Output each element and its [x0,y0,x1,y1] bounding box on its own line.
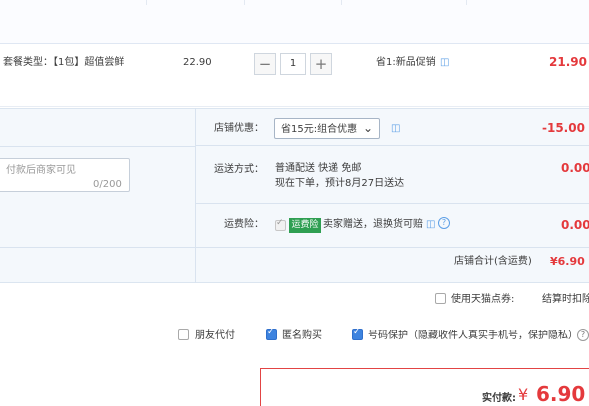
grid-divider [341,0,342,5]
insurance-text: 卖家赠送，退换货可赔 [323,219,423,230]
currency-symbol: ¥ [518,385,529,404]
seller-message-input[interactable]: 付款后商家可见 0/200 [0,158,130,192]
message-placeholder: 付款后商家可见 [6,165,76,176]
grid-divider [466,0,467,5]
row-divider [0,146,195,147]
insurance-badge: 运费险 [289,218,321,233]
promotion-label: 省1:新品促销 [376,57,436,68]
number-protection-label: 号码保护（隐藏收件人真实手机号，保护隐私） [368,330,578,341]
quantity-input[interactable]: 1 [280,53,306,75]
delivery-method-label: 运送方式： [214,164,264,175]
tmall-points-label: 使用天猫点券: [451,294,515,305]
delivery-method-text: 普通配送 快递 免邮 [275,163,362,174]
row-divider [0,247,589,248]
delivery-estimate-text: 现在下单，预计8月27日送达 [275,178,405,189]
anonymous-purchase-label: 匿名购买 [282,330,322,341]
settle-deduction-text: 结算时扣除 [542,294,589,305]
item-subtotal: 21.90 [549,55,587,69]
grid-divider [244,0,245,5]
help-icon[interactable]: ? [438,217,450,229]
check-icon: ✓ [353,327,361,337]
row-divider [195,145,589,146]
shop-discount-amount: -15.00 [542,121,585,135]
shop-discount-select[interactable]: 省15元:组合优惠 ⌄ [274,118,380,139]
check-icon: ✓ [276,218,284,228]
message-counter: 0/200 [93,179,122,190]
insurance-amount: 0.00 [561,218,589,232]
friend-pay-label: 朋友代付 [195,330,235,341]
row-divider [195,203,589,204]
shop-total-label: 店铺合计(含运费) [454,256,532,267]
chat-icon[interactable]: ◫ [426,219,435,230]
section-divider [195,108,196,283]
payment-amount: 6.90 [536,382,586,406]
unit-price: 22.90 [183,57,212,68]
chat-icon[interactable]: ◫ [440,57,449,68]
tmall-points-checkbox[interactable] [435,293,446,304]
previous-row-area [0,0,589,44]
increase-quantity-button[interactable]: + [310,53,332,75]
package-type-label: 套餐类型：【1包】超值尝鲜 [3,57,125,68]
grid-divider [146,0,147,5]
decrease-quantity-button[interactable]: − [254,53,276,75]
shop-discount-value: 省15元:组合优惠 [281,124,358,135]
delivery-amount: 0.00 [561,161,589,175]
shop-discount-label: 店铺优惠： [214,123,264,134]
help-icon[interactable]: ? [577,329,589,341]
chat-icon[interactable]: ◫ [391,123,400,134]
shipping-insurance-label: 运费险： [224,219,264,230]
payment-label: 实付款: [482,393,516,404]
friend-pay-checkbox[interactable] [178,329,189,340]
shop-total-amount: ¥6.90 [550,255,585,268]
check-icon: ✓ [267,327,275,337]
chevron-down-icon: ⌄ [363,121,374,135]
